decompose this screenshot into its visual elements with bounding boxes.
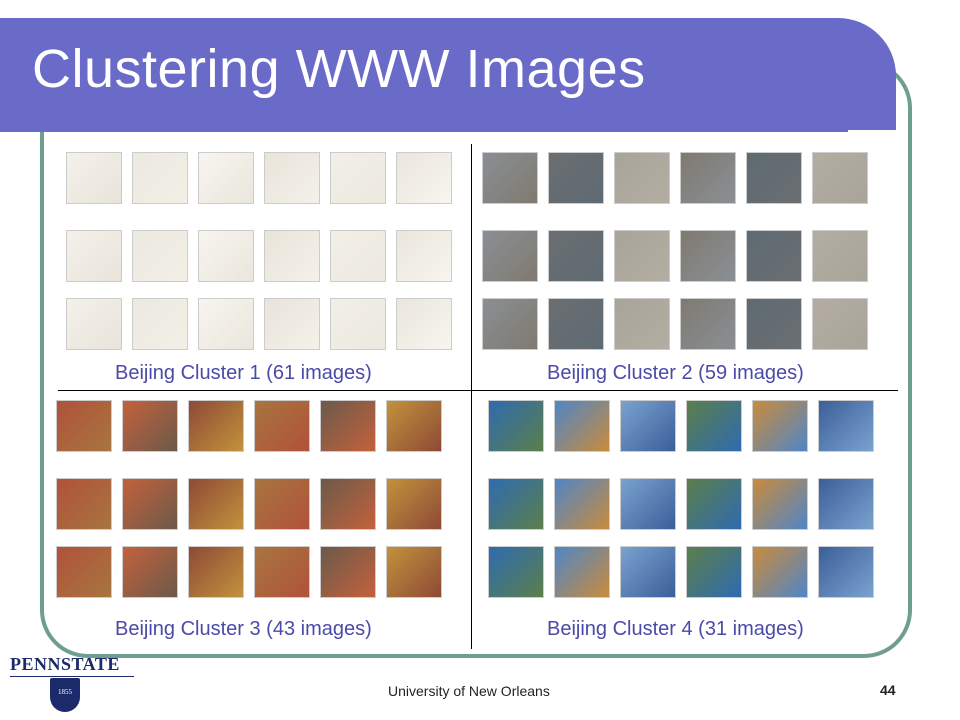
cluster-1-thumbnail	[66, 298, 122, 350]
cluster-4-thumbnail	[554, 400, 610, 452]
cluster-3-thumbnail	[254, 478, 310, 530]
cluster-3-thumbnail	[386, 478, 442, 530]
cluster-4-thumbnail	[686, 400, 742, 452]
cluster-1-thumbnail	[396, 230, 452, 282]
cluster-3-thumbnail	[188, 478, 244, 530]
page-number: 44	[880, 682, 896, 698]
cluster-1-thumbnail	[132, 152, 188, 204]
shield-icon: 1855	[50, 678, 80, 712]
cluster-4-thumbnail	[818, 478, 874, 530]
cluster-3-thumbnail	[188, 546, 244, 598]
cluster-4-thumbnail	[554, 546, 610, 598]
cluster-3-thumbnail	[122, 546, 178, 598]
logo-rule	[10, 676, 134, 677]
cluster-2-thumbnail	[812, 152, 868, 204]
cluster-1-thumbnail	[264, 230, 320, 282]
cluster-4-thumbnail	[488, 478, 544, 530]
cluster-2-thumbnail	[746, 298, 802, 350]
cluster-3-thumbnail	[320, 478, 376, 530]
cluster-4-thumbnail	[620, 478, 676, 530]
cluster-2-thumbnail	[746, 230, 802, 282]
cluster-2-thumbnail	[812, 298, 868, 350]
cluster-1-thumbnail	[198, 298, 254, 350]
cluster-3-thumbnail	[386, 400, 442, 452]
cluster-3-thumbnail	[122, 478, 178, 530]
grid-horizontal-divider	[58, 390, 898, 391]
cluster-3-thumbnail	[122, 400, 178, 452]
cluster-2-thumbnail	[548, 230, 604, 282]
cluster-2-thumbnail	[482, 230, 538, 282]
cluster-2-thumbnail	[746, 152, 802, 204]
cluster-3-thumbnail	[56, 546, 112, 598]
cluster-4-caption: Beijing Cluster 4 (31 images)	[547, 618, 804, 640]
cluster-1-thumbnail	[198, 152, 254, 204]
cluster-1-thumbnail	[330, 152, 386, 204]
cluster-1-caption: Beijing Cluster 1 (61 images)	[115, 362, 372, 384]
cluster-1-thumbnail	[66, 152, 122, 204]
cluster-3-thumbnail	[320, 400, 376, 452]
cluster-1-thumbnail	[198, 230, 254, 282]
cluster-1-thumbnail	[264, 298, 320, 350]
cluster-4-thumbnail	[818, 546, 874, 598]
cluster-1-thumbnail	[330, 298, 386, 350]
cluster-2-thumbnail	[614, 298, 670, 350]
logo-wordmark: PENNSTATE	[10, 654, 120, 674]
cluster-3-thumbnail	[188, 400, 244, 452]
cluster-4-thumbnail	[818, 400, 874, 452]
cluster-1-thumbnail	[264, 152, 320, 204]
cluster-4-thumbnail	[752, 546, 808, 598]
grid-vertical-divider	[471, 144, 472, 649]
cluster-2-thumbnail	[482, 152, 538, 204]
cluster-4-thumbnail	[620, 546, 676, 598]
cluster-4-thumbnail	[752, 478, 808, 530]
cluster-2-thumbnail	[680, 230, 736, 282]
cluster-3-thumbnail	[254, 400, 310, 452]
footer-text: University of New Orleans	[388, 683, 550, 699]
cluster-2-thumbnail	[812, 230, 868, 282]
cluster-4-thumbnail	[488, 546, 544, 598]
cluster-4-thumbnail	[488, 400, 544, 452]
logo-year: 1855	[58, 688, 72, 696]
cluster-2-thumbnail	[548, 152, 604, 204]
cluster-1-thumbnail	[396, 298, 452, 350]
cluster-1-thumbnail	[396, 152, 452, 204]
cluster-2-thumbnail	[614, 152, 670, 204]
cluster-3-thumbnail	[56, 478, 112, 530]
cluster-2-thumbnail	[614, 230, 670, 282]
cluster-1-thumbnail	[132, 298, 188, 350]
pennstate-logo: PENNSTATE 1855	[10, 654, 138, 716]
cluster-2-thumbnail	[548, 298, 604, 350]
cluster-2-thumbnail	[482, 298, 538, 350]
title-underline	[0, 128, 848, 132]
cluster-4-thumbnail	[752, 400, 808, 452]
cluster-2-caption: Beijing Cluster 2 (59 images)	[547, 362, 804, 384]
cluster-3-thumbnail	[56, 400, 112, 452]
cluster-4-thumbnail	[554, 478, 610, 530]
cluster-3-thumbnail	[386, 546, 442, 598]
cluster-1-thumbnail	[66, 230, 122, 282]
cluster-4-thumbnail	[620, 400, 676, 452]
cluster-3-thumbnail	[320, 546, 376, 598]
cluster-2-thumbnail	[680, 152, 736, 204]
cluster-3-caption: Beijing Cluster 3 (43 images)	[115, 618, 372, 640]
cluster-3-thumbnail	[254, 546, 310, 598]
cluster-1-thumbnail	[132, 230, 188, 282]
cluster-4-thumbnail	[686, 546, 742, 598]
cluster-2-thumbnail	[680, 298, 736, 350]
cluster-1-thumbnail	[330, 230, 386, 282]
slide-title: Clustering WWW Images	[32, 39, 646, 99]
cluster-4-thumbnail	[686, 478, 742, 530]
